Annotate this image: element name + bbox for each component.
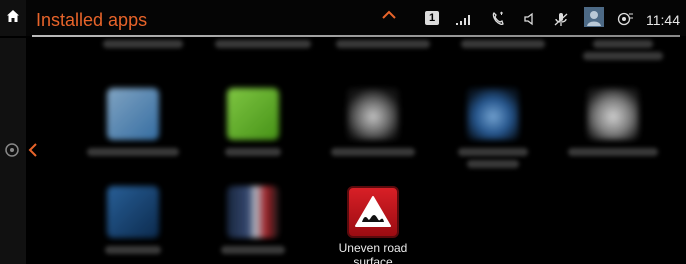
app-icon (347, 88, 399, 140)
app-item[interactable] (550, 88, 676, 156)
app-label: Uneven road surface (338, 241, 408, 264)
clock: 11:44 (646, 12, 680, 28)
speaker-icon[interactable] (523, 10, 537, 28)
app-item[interactable] (310, 88, 436, 156)
app-item[interactable] (80, 40, 206, 48)
settings-icon[interactable] (4, 142, 20, 158)
app-uneven-road-surface[interactable]: Uneven road surface (310, 186, 436, 264)
notification-badge[interactable]: 1 (425, 11, 439, 25)
app-item[interactable] (70, 186, 196, 254)
app-item[interactable] (190, 186, 316, 254)
app-item[interactable] (320, 40, 446, 48)
mic-off-icon[interactable] (553, 10, 569, 28)
app-item[interactable] (190, 88, 316, 156)
home-button[interactable] (0, 0, 26, 36)
app-icon (227, 186, 279, 238)
app-icon (467, 88, 519, 140)
app-icon (227, 88, 279, 140)
collapse-button[interactable] (380, 6, 398, 26)
signal-icon (455, 10, 473, 28)
app-item[interactable] (440, 40, 566, 48)
page-title: Installed apps (36, 10, 148, 30)
home-icon (6, 9, 20, 28)
app-icon (107, 186, 159, 238)
chevron-up-icon (382, 7, 396, 25)
app-item[interactable] (200, 40, 326, 48)
app-item[interactable] (70, 88, 196, 156)
status-bar: Installed apps 1 11:44 (0, 0, 686, 37)
app-icon (587, 88, 639, 140)
title-divider (32, 35, 680, 37)
connected-drive-icon[interactable] (617, 10, 635, 28)
app-icon (107, 88, 159, 140)
app-item[interactable] (430, 88, 556, 168)
chevron-left-icon[interactable] (28, 143, 38, 157)
profile-icon[interactable] (583, 7, 605, 27)
app-item[interactable] (560, 40, 686, 60)
uneven-road-warning-icon (347, 186, 399, 238)
phone-icon[interactable] (490, 10, 506, 28)
app-grid: Uneven road surface (40, 38, 680, 264)
